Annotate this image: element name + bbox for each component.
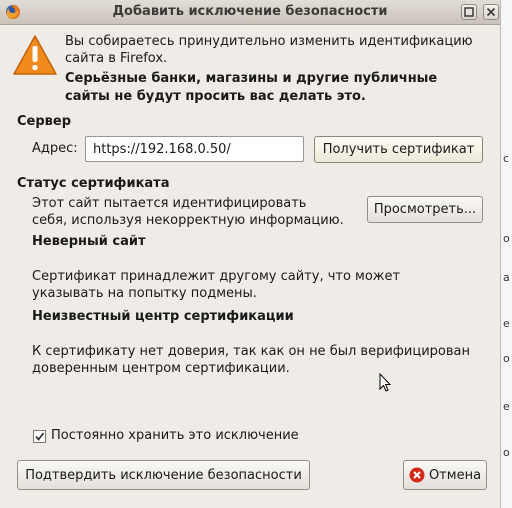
confirm-exception-label: Подтвердить исключение безопасности (25, 467, 302, 483)
get-certificate-button[interactable]: Получить сертификат (314, 136, 483, 163)
title-bar[interactable]: Добавить исключение безопасности (0, 0, 500, 25)
background-char: a (503, 271, 510, 284)
address-input[interactable] (85, 136, 304, 162)
warning-triangle-icon (13, 35, 57, 75)
background-char: o (503, 352, 510, 365)
checkmark-icon (35, 432, 45, 441)
unknown-ca-description: К сертификату нет доверия, так как он не… (32, 343, 497, 377)
certificate-status-heading: Статус сертификата (17, 176, 170, 191)
background-char: e (503, 400, 510, 413)
warning-bold-line: сайты не будут просить вас делать это. (65, 89, 366, 104)
view-certificate-button[interactable]: Просмотреть... (367, 196, 483, 223)
warning-line: сайта в Firefox. (65, 51, 168, 66)
security-exception-dialog: Вы собираетесь принудительно изменить ид… (0, 25, 500, 508)
warning-message: Вы собираетесь принудительно изменить ид… (65, 33, 485, 67)
wrong-site-line: Сертификат принадлежит другому сайту, чт… (32, 269, 401, 284)
address-label: Адрес: (32, 141, 78, 156)
background-char: o (503, 446, 510, 459)
wrong-site-description: Сертификат принадлежит другому сайту, чт… (32, 268, 492, 302)
status-description: Этот сайт пытается идентифицировать себя… (32, 195, 362, 229)
warning-bold-line: Серьёзные банки, магазины и другие публи… (65, 71, 438, 86)
mouse-cursor-icon (379, 373, 391, 392)
wrong-site-line: указывать на попытку подмены. (32, 286, 257, 301)
background-char: e (503, 317, 510, 330)
permanent-exception-checkbox[interactable] (33, 430, 46, 443)
maximize-button[interactable] (461, 4, 477, 20)
warning-line: Вы собираетесь принудительно изменить ид… (65, 34, 473, 49)
unknown-ca-line: доверенным центром сертификации. (32, 361, 290, 376)
unknown-ca-line: К сертификату нет доверия, так как он не… (32, 344, 470, 359)
cancel-x-icon (409, 467, 425, 483)
maximize-icon (464, 7, 474, 17)
warning-bold-message: Серьёзные банки, магазины и другие публи… (65, 70, 485, 106)
close-button[interactable] (483, 4, 499, 20)
close-icon (486, 7, 496, 17)
get-certificate-label: Получить сертификат (322, 142, 475, 157)
window-title: Добавить исключение безопасности (112, 4, 388, 19)
view-certificate-label: Просмотреть... (373, 202, 477, 217)
confirm-exception-button[interactable]: Подтвердить исключение безопасности (17, 460, 310, 490)
unknown-ca-heading: Неизвестный центр сертификации (32, 309, 294, 324)
background-char: c (503, 152, 510, 165)
background-char: o (503, 232, 510, 245)
status-line: себя, используя некорректную информацию. (32, 213, 344, 228)
cancel-button[interactable]: Отмена (403, 460, 487, 490)
wrong-site-heading: Неверный сайт (32, 234, 146, 249)
cancel-label: Отмена (428, 467, 482, 483)
server-heading: Сервер (17, 114, 72, 129)
permanent-exception-label[interactable]: Постоянно хранить это исключение (51, 428, 299, 443)
status-line: Этот сайт пытается идентифицировать (32, 196, 307, 211)
background-window: c o a e o e o (500, 0, 512, 508)
